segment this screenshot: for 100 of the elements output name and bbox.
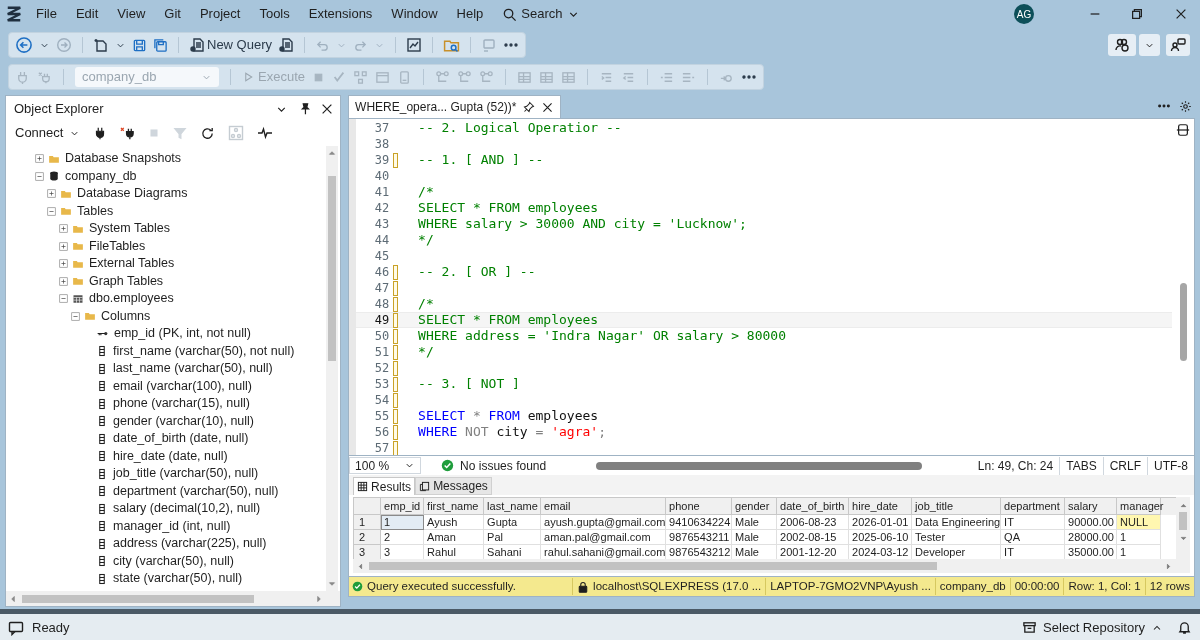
diagram-icon[interactable]	[435, 69, 450, 85]
tree-item[interactable]: Database Diagrams	[77, 184, 188, 204]
new-file-icon[interactable]	[93, 37, 109, 53]
vertical-scrollbar[interactable]	[326, 146, 339, 591]
menu-item[interactable]: Edit	[75, 4, 99, 24]
horizontal-scrollbar[interactable]	[353, 559, 1190, 573]
tree-item[interactable]: gender (varchar(10), null)	[113, 411, 255, 431]
tree-item[interactable]: job_title (varchar(50), null)	[113, 464, 259, 484]
tree-item[interactable]: emp_id (PK, int, not null)	[114, 324, 251, 344]
column-header[interactable]: email	[541, 498, 667, 515]
save-all-icon[interactable]	[153, 37, 168, 53]
tree-item[interactable]: Graph Tables	[89, 271, 164, 291]
column-header[interactable]: hire_date	[849, 498, 913, 515]
tree-item[interactable]: state (varchar(50), null)	[113, 569, 243, 589]
settings-icon[interactable]	[1179, 100, 1192, 113]
search-menu[interactable]: Search	[502, 4, 580, 24]
results-tab[interactable]: Results	[353, 477, 416, 495]
menu-item[interactable]: Project	[199, 4, 241, 24]
column-header[interactable]: job_title	[912, 498, 1002, 515]
menu-item[interactable]: Window	[391, 4, 438, 24]
tree-item[interactable]: Tables	[77, 201, 114, 221]
scrollbar-thumb[interactable]	[369, 562, 938, 570]
pin-icon[interactable]	[298, 102, 313, 116]
bell-icon[interactable]	[1177, 620, 1192, 635]
column-header[interactable]: gender	[732, 498, 778, 515]
diagram-icon[interactable]	[479, 69, 494, 85]
live-share-button[interactable]	[1108, 34, 1136, 56]
tree-item[interactable]: address (varchar(225), null)	[113, 534, 267, 554]
tree-item[interactable]: department (varchar(50), null)	[113, 481, 279, 501]
close-icon[interactable]	[540, 100, 554, 114]
pin-icon[interactable]	[522, 101, 535, 113]
collapse-icon[interactable]	[70, 310, 81, 322]
menu-item[interactable]: Tools	[259, 4, 290, 24]
tree-item[interactable]: company_db	[65, 166, 137, 186]
tree-item[interactable]: salary (decimal(10,2), null)	[113, 499, 261, 519]
scrollbar-thumb[interactable]	[328, 176, 337, 361]
expand-icon[interactable]	[46, 188, 57, 200]
grid-icon[interactable]	[517, 69, 532, 85]
tree-item[interactable]: phone (varchar(15), null)	[113, 394, 250, 414]
column-header[interactable]: salary	[1065, 498, 1118, 515]
split-icon[interactable]	[1176, 123, 1190, 137]
close-icon[interactable]	[1174, 7, 1188, 21]
feedback-button[interactable]	[1166, 34, 1190, 56]
grid-icon[interactable]	[561, 69, 576, 85]
expand-icon[interactable]	[58, 223, 69, 235]
save-icon[interactable]	[132, 37, 147, 53]
tree-item[interactable]: first_name (varchar(50), not null)	[113, 341, 295, 361]
menu-item[interactable]: Git	[164, 4, 181, 24]
collapse-icon[interactable]	[34, 170, 45, 182]
restore-icon[interactable]	[1130, 7, 1144, 21]
expand-icon[interactable]	[34, 153, 45, 165]
vertical-scrollbar[interactable]	[1176, 497, 1190, 559]
menu-item[interactable]: View	[117, 4, 146, 24]
tree-item[interactable]: hire_date (date, null)	[113, 446, 228, 466]
tree-item[interactable]: Database Snapshots	[65, 149, 182, 169]
results-tab[interactable]: Messages	[415, 477, 492, 495]
document-tab[interactable]: WHERE_opera... Gupta (52))*	[348, 95, 561, 118]
chart-window-icon[interactable]	[406, 37, 423, 53]
user-avatar[interactable]: AG	[1014, 4, 1034, 24]
collapse-icon[interactable]	[46, 205, 57, 217]
tree-item[interactable]: city (varchar(50), null)	[113, 551, 234, 571]
menu-item[interactable]: Help	[456, 4, 484, 24]
row-number[interactable]: 1	[354, 515, 382, 530]
tablet-icon[interactable]	[397, 69, 412, 85]
grid-icon[interactable]	[539, 69, 554, 85]
zoom-select[interactable]: 100 %	[349, 457, 422, 474]
tree-item[interactable]: email (varchar(100), null)	[113, 376, 252, 396]
tree-item[interactable]: FileTables	[89, 236, 146, 256]
scrollbar-thumb[interactable]	[22, 594, 254, 603]
row-number[interactable]: 2	[354, 530, 382, 545]
menu-item[interactable]: File	[36, 4, 57, 24]
window-icon[interactable]	[375, 69, 390, 85]
document-icon[interactable]	[278, 37, 295, 53]
stop-icon[interactable]	[148, 127, 161, 139]
column-header[interactable]: date_of_birth	[777, 498, 850, 515]
tree-item[interactable]: dbo.employees	[89, 289, 174, 309]
column-header[interactable]: phone	[666, 498, 733, 515]
activity-icon[interactable]	[257, 125, 274, 141]
horizontal-scrollbar[interactable]	[596, 461, 923, 470]
diagram-icon[interactable]	[228, 125, 245, 141]
filter-icon[interactable]	[173, 126, 188, 140]
horizontal-scrollbar[interactable]	[6, 591, 341, 606]
diagram-icon[interactable]	[457, 69, 472, 85]
scrollbar-thumb[interactable]	[1179, 512, 1187, 530]
menu-item[interactable]: Extensions	[308, 4, 373, 24]
tree-item[interactable]: System Tables	[89, 219, 171, 239]
collapse-icon[interactable]	[58, 293, 69, 305]
plug-icon[interactable]	[120, 125, 136, 141]
diagram-icon[interactable]	[353, 69, 368, 85]
tree-item[interactable]: External Tables	[89, 254, 175, 274]
tree-item[interactable]: date_of_birth (date, null)	[113, 429, 249, 449]
expand-icon[interactable]	[58, 275, 69, 287]
column-header[interactable]: first_name	[424, 498, 485, 515]
tree-item[interactable]: manager_id (int, null)	[113, 516, 231, 536]
expand-icon[interactable]	[58, 240, 69, 252]
connect-dropdown[interactable]: Connect	[15, 123, 81, 143]
row-number[interactable]: 3	[354, 545, 382, 559]
refresh-icon[interactable]	[200, 125, 216, 141]
tree-item[interactable]: Columns	[101, 306, 151, 326]
column-header[interactable]: department	[1001, 498, 1066, 515]
